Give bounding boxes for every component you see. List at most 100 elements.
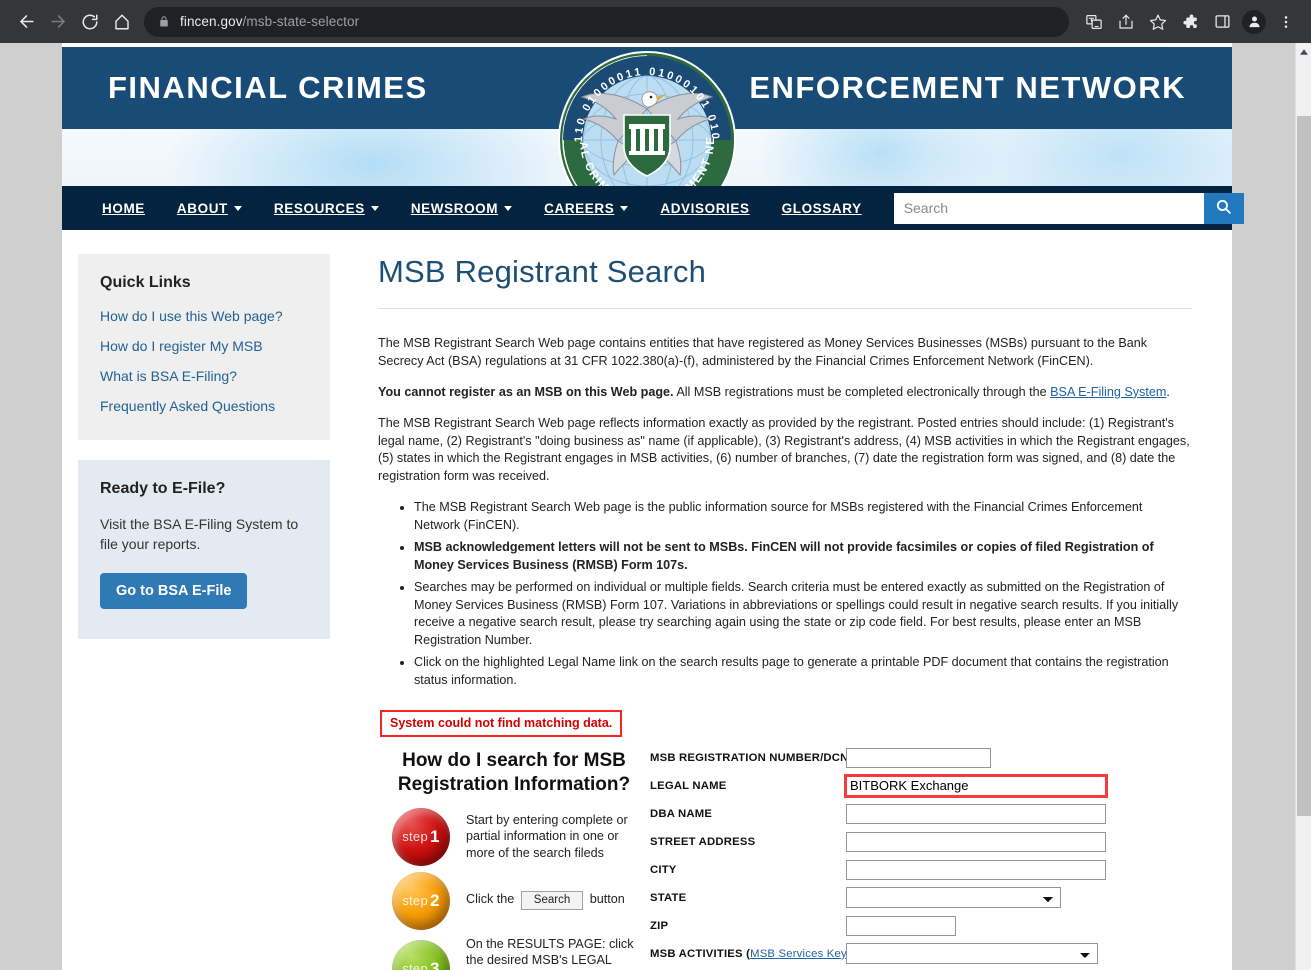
step-row-2: step 2 Click the Search button <box>378 871 650 930</box>
step-badge-number: 3 <box>430 958 440 970</box>
home-button[interactable] <box>106 6 138 38</box>
step-1-badge: step 1 <box>392 807 450 866</box>
forward-button[interactable] <box>42 6 74 38</box>
step-row-1: step 1 Start by entering complete or part… <box>378 807 650 866</box>
title-divider <box>378 308 1192 309</box>
intro-paragraph-1: The MSB Registrant Search Web page conta… <box>378 336 1148 368</box>
list-item: Searches may be performed on individual … <box>414 579 1192 651</box>
chevron-down-icon <box>233 205 242 211</box>
msb-search-form: MSB REGISTRATION NUMBER/DCN LEGAL NAME D… <box>650 743 1192 970</box>
city-input[interactable] <box>846 859 1106 880</box>
label-dba-name: DBA NAME <box>650 807 713 820</box>
address-bar-text: fincen.gov/msb-state-selector <box>180 14 359 29</box>
quick-link-faq[interactable]: Frequently Asked Questions <box>100 398 308 414</box>
cannot-register-bold: You cannot register as an MSB on this We… <box>378 384 674 399</box>
nav-item-about[interactable]: ABOUT <box>177 201 242 216</box>
profile-avatar[interactable] <box>1239 7 1269 37</box>
label-state: STATE <box>650 891 687 904</box>
site-search-button[interactable] <box>1203 192 1244 224</box>
quick-link-what-is-bsa-efiling[interactable]: What is BSA E-Filing? <box>100 368 308 384</box>
legal-name-input[interactable] <box>844 773 1108 798</box>
page-content: 0110111001000011010001010100011001100001… <box>62 43 1244 970</box>
nav-label: HOME <box>102 200 145 216</box>
nav-item-resources[interactable]: RESOURCES <box>274 201 379 216</box>
main-navigation: HOME ABOUT RESOURCES NEWSROOM CAREERS AD… <box>62 186 1244 230</box>
search-section: How do I search for MSB Registration Inf… <box>378 743 1192 970</box>
nav-item-newsroom[interactable]: NEWSROOM <box>410 200 513 216</box>
list-item: Click on the highlighted Legal Name link… <box>414 654 1192 690</box>
steps-heading: How do I search for MSB Registration Inf… <box>397 749 631 796</box>
back-button[interactable] <box>10 6 42 38</box>
nav-item-advisories[interactable]: ADVISORIES <box>660 201 749 216</box>
dba-name-input[interactable] <box>846 803 1106 824</box>
address-bar[interactable]: fincen.gov/msb-state-selector <box>144 6 1069 37</box>
go-to-bsa-efile-button[interactable]: Go to BSA E-File <box>100 572 248 609</box>
reload-button[interactable] <box>74 6 106 38</box>
scrollbar-thumb[interactable] <box>1297 116 1311 816</box>
info-bullet-list: The MSB Registrant Search Web page is th… <box>378 499 1192 690</box>
nav-item-careers[interactable]: CAREERS <box>544 200 629 216</box>
chrome-menu-icon[interactable] <box>1271 7 1301 37</box>
label-street-address: STREET ADDRESS <box>650 835 756 848</box>
site-search-input[interactable] <box>893 192 1204 224</box>
msb-registration-number-input[interactable] <box>846 747 991 768</box>
scrollbar-up-arrow[interactable] <box>1296 43 1311 61</box>
label-msb-activities: MSB ACTIVITIES (MSB Services Key List) <box>650 947 872 960</box>
label-legal-name: LEGAL NAME <box>650 779 727 792</box>
step-2-badge: step 2 <box>392 871 450 930</box>
content-area: Quick Links How do I use this Web page? … <box>62 230 1232 970</box>
translate-icon[interactable] <box>1079 7 1109 37</box>
lock-icon <box>158 15 170 28</box>
zip-input[interactable] <box>846 915 956 936</box>
label-registration-number: MSB REGISTRATION NUMBER/DCN <box>650 751 849 764</box>
bsa-efiling-system-link[interactable]: BSA E-Filing System <box>1050 385 1166 399</box>
steps-column: How do I search for MSB Registration Inf… <box>378 743 650 970</box>
efile-box: Ready to E-File? Visit the BSA E-Filing … <box>78 460 330 639</box>
quick-link-register-msb[interactable]: How do I register My MSB <box>100 338 308 354</box>
site-banner: 0110111001000011010001010100011001100001… <box>62 43 1232 186</box>
browser-toolbar: fincen.gov/msb-state-selector <box>0 0 1311 43</box>
nav-label: NEWSROOM <box>410 200 499 216</box>
fincen-seal-icon: 01101110 01000011 01000101 01000110 FINA… <box>550 43 738 186</box>
step-badge-label: step <box>402 893 428 908</box>
step-badge-number: 1 <box>430 826 440 846</box>
street-address-input[interactable] <box>846 831 1106 852</box>
efile-title: Ready to E-File? <box>100 480 226 497</box>
step-row-3: step 3 On the RESULTS PAGE: click the des… <box>378 936 650 970</box>
field-row-msb-activities: MSB ACTIVITIES (MSB Services Key List) <box>650 943 1192 965</box>
field-row-city: CITY <box>650 859 1192 881</box>
field-row-dba-name: DBA NAME <box>650 803 1192 825</box>
avatar <box>1242 9 1266 34</box>
extensions-puzzle-icon[interactable] <box>1175 7 1205 37</box>
intro-paragraph-2: You cannot register as an MSB on this We… <box>378 384 1192 402</box>
banner-title-right: ENFORCEMENT NETWORK <box>749 70 1186 105</box>
paragraph2-rest: All MSB registrations must be completed … <box>673 384 1051 399</box>
bookmark-star-icon[interactable] <box>1143 7 1173 37</box>
side-panel-icon[interactable] <box>1207 7 1237 37</box>
step-1-text: Start by entering complete or partial in… <box>466 812 628 860</box>
label-msb-activities-text: MSB ACTIVITIES <box>650 947 743 960</box>
page-scrollbar[interactable] <box>1295 43 1311 970</box>
quick-link-use-web-page[interactable]: How do I use this Web page? <box>100 308 308 324</box>
field-row-state: STATE <box>650 887 1192 909</box>
chevron-down-icon <box>370 205 379 211</box>
nav-item-glossary[interactable]: GLOSSARY <box>782 201 862 216</box>
nav-label: GLOSSARY <box>781 200 862 216</box>
sidebar: Quick Links How do I use this Web page? … <box>78 254 330 970</box>
label-zip: ZIP <box>650 919 669 932</box>
label-city: CITY <box>650 863 677 876</box>
field-row-legal-name: LEGAL NAME <box>650 773 1192 798</box>
field-row-street-address: STREET ADDRESS <box>650 831 1192 853</box>
field-row-zip: ZIP <box>650 915 1192 937</box>
nav-label: CAREERS <box>544 200 615 216</box>
step-badge-number: 2 <box>430 890 440 910</box>
msb-activities-select[interactable] <box>846 943 1098 965</box>
nav-label: ABOUT <box>176 200 228 216</box>
share-icon[interactable] <box>1111 7 1141 37</box>
quick-links-box: Quick Links How do I use this Web page? … <box>78 254 330 440</box>
paragraph2-end: . <box>1166 384 1170 399</box>
nav-item-home[interactable]: HOME <box>102 201 145 216</box>
state-select[interactable] <box>846 887 1061 909</box>
step-2-inline-search-button[interactable]: Search <box>520 890 584 911</box>
browser-viewport: 0110111001000011010001010100011001100001… <box>0 43 1311 970</box>
